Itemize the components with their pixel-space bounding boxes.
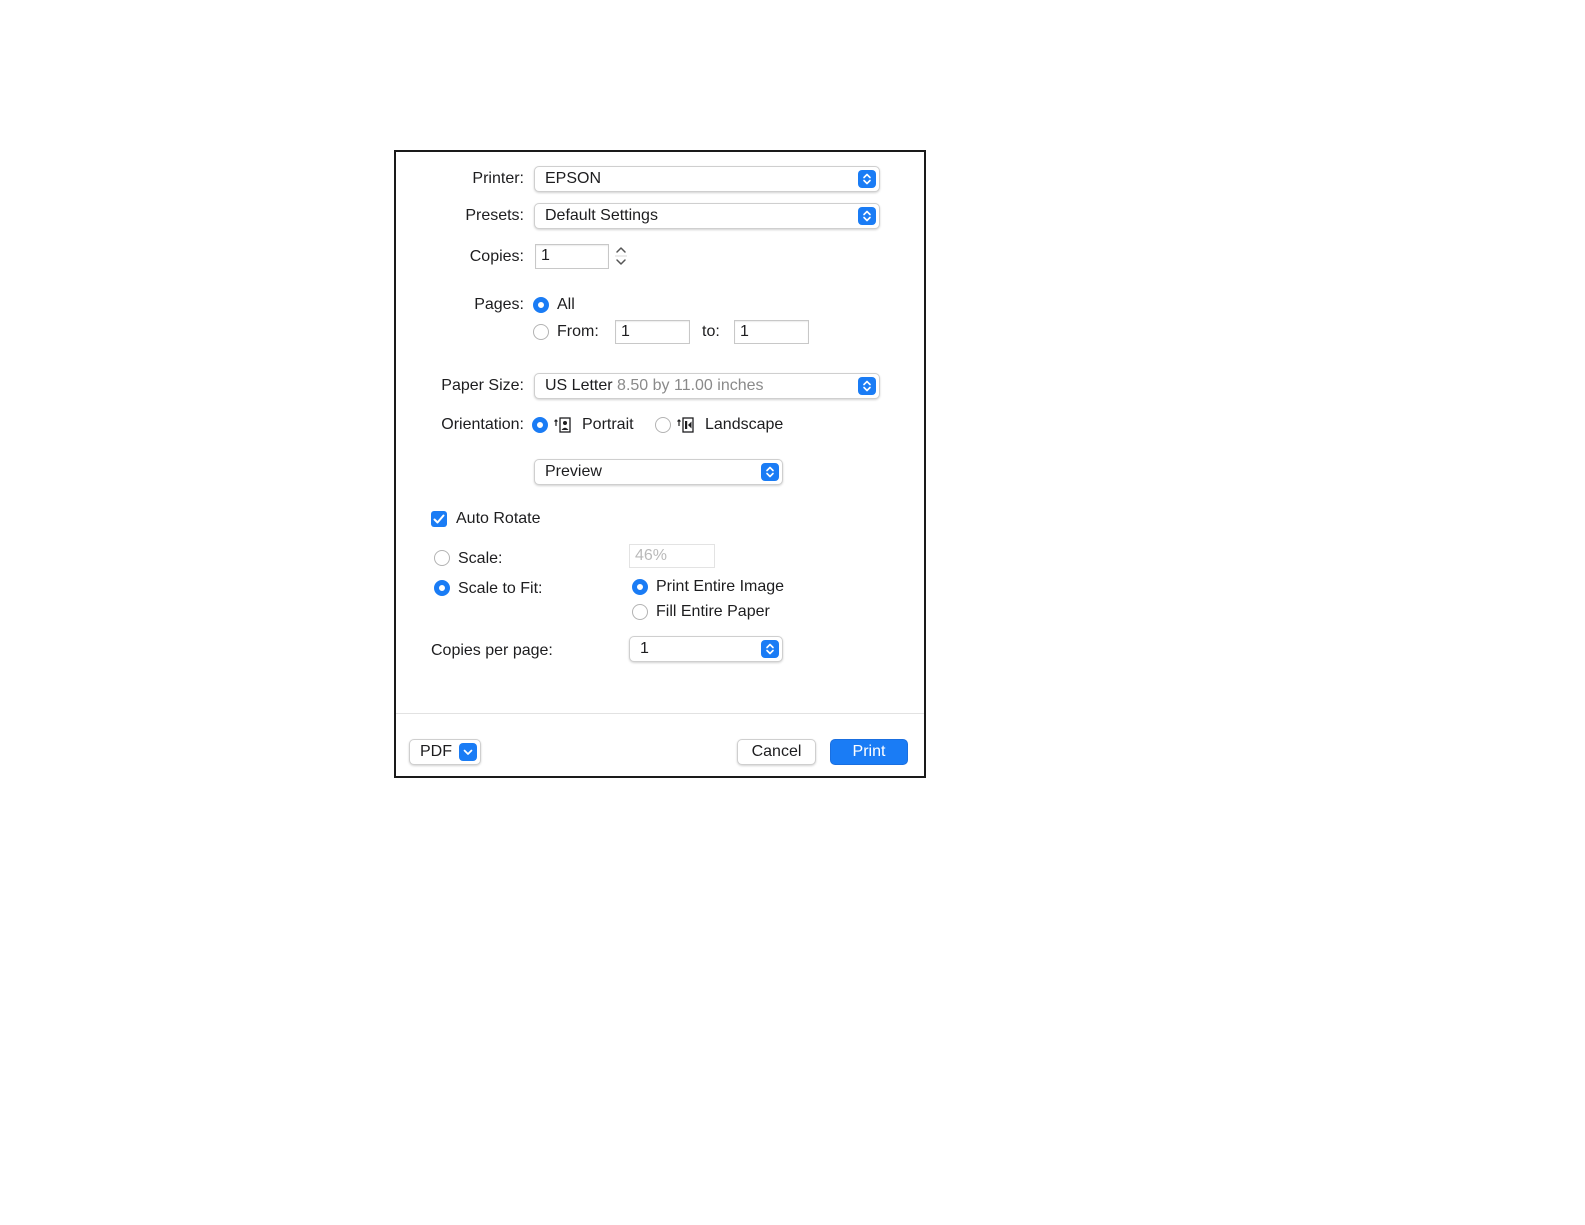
pdf-label: PDF — [420, 743, 452, 760]
paper-size-popup[interactable]: US Letter 8.50 by 11.00 inches — [534, 373, 880, 399]
copies-value: 1 — [541, 247, 550, 264]
presets-popup[interactable]: Default Settings — [534, 203, 880, 229]
paper-size-detail: 8.50 by 11.00 inches — [617, 377, 764, 394]
orientation-landscape-radio[interactable] — [655, 417, 671, 433]
print-button[interactable]: Print — [830, 739, 908, 765]
orientation-label: Orientation: — [441, 416, 524, 433]
pages-from-radio[interactable] — [533, 324, 549, 340]
landscape-icon — [677, 416, 695, 434]
scale-to-fit-radio[interactable] — [434, 580, 450, 596]
copies-stepper[interactable] — [613, 243, 629, 269]
print-entire-image-radio[interactable] — [632, 579, 648, 595]
copies-label: Copies: — [469, 248, 524, 265]
fill-entire-paper-radio[interactable] — [632, 604, 648, 620]
popup-chevron-icon — [858, 207, 876, 225]
scale-label: Scale: — [458, 550, 503, 567]
popup-chevron-icon — [761, 463, 779, 481]
paper-size-label: Paper Size: — [441, 377, 524, 394]
printer-value: EPSON — [545, 170, 602, 187]
orientation-landscape-label: Landscape — [705, 416, 784, 433]
pages-all-label: All — [557, 296, 575, 313]
auto-rotate-checkbox[interactable] — [431, 511, 447, 527]
pdf-menu-button[interactable]: PDF — [409, 739, 481, 765]
pages-to-label: to: — [702, 323, 720, 340]
popup-chevron-icon — [858, 377, 876, 395]
portrait-icon — [554, 416, 572, 434]
copies-field[interactable]: 1 — [535, 244, 609, 269]
pages-to-field[interactable]: 1 — [734, 320, 809, 344]
scale-to-fit-label: Scale to Fit: — [458, 580, 543, 597]
scale-value: 46% — [635, 547, 668, 564]
pages-from-value: 1 — [621, 323, 630, 340]
copies-per-page-label: Copies per page: — [431, 642, 553, 659]
section-popup-value: Preview — [545, 463, 602, 480]
print-entire-image-label: Print Entire Image — [656, 578, 785, 595]
popup-chevron-icon — [858, 170, 876, 188]
print-dialog: Printer: EPSON Presets: Default Settings… — [394, 150, 926, 778]
pages-label: Pages: — [474, 296, 524, 313]
fill-entire-paper-label: Fill Entire Paper — [656, 603, 770, 620]
printer-popup[interactable]: EPSON — [534, 166, 880, 192]
orientation-portrait-label: Portrait — [582, 416, 634, 433]
printer-label: Printer: — [472, 170, 524, 187]
cancel-button[interactable]: Cancel — [737, 739, 816, 765]
scale-field[interactable]: 46% — [629, 544, 715, 568]
orientation-portrait-radio[interactable] — [532, 417, 548, 433]
paper-size-value: US Letter 8.50 by 11.00 inches — [545, 377, 764, 395]
auto-rotate-label: Auto Rotate — [456, 510, 541, 527]
copies-per-page-value: 1 — [640, 640, 649, 657]
paper-size-name: US Letter — [545, 377, 613, 394]
presets-value: Default Settings — [545, 207, 658, 224]
section-popup[interactable]: Preview — [534, 459, 783, 485]
pages-to-value: 1 — [740, 323, 749, 340]
chevron-down-icon — [459, 743, 477, 761]
pages-from-label: From: — [557, 323, 599, 340]
scale-radio[interactable] — [434, 550, 450, 566]
pages-all-radio[interactable] — [533, 297, 549, 313]
footer-divider — [396, 713, 924, 714]
copies-per-page-popup[interactable]: 1 — [629, 636, 783, 662]
pages-from-field[interactable]: 1 — [615, 320, 690, 344]
presets-label: Presets: — [465, 207, 524, 224]
popup-chevron-icon — [761, 640, 779, 658]
